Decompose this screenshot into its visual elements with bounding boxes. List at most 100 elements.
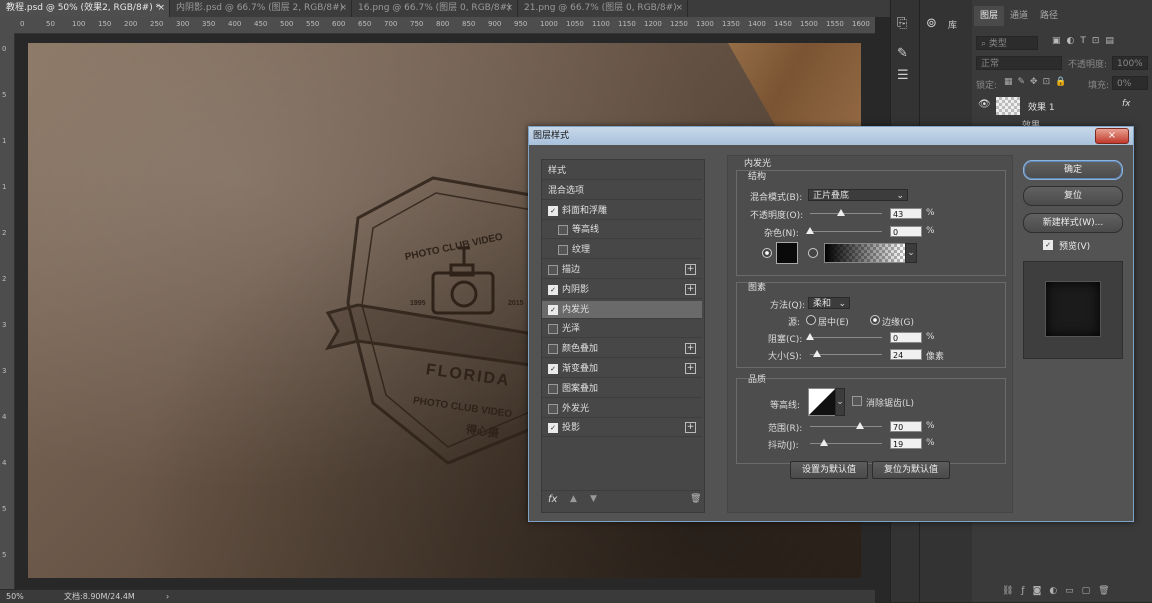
noise-input[interactable]: 0	[890, 226, 922, 237]
style-checkbox[interactable]: ✓	[548, 284, 558, 295]
method-dropdown[interactable]: 柔和 ⌄	[808, 297, 850, 309]
style-item[interactable]: ✓ 内发光	[542, 300, 702, 319]
layer-fx-badge[interactable]: fx	[1122, 99, 1131, 109]
filter-icons[interactable]: ▣◐T⊡▤	[1052, 36, 1120, 46]
status-expand-icon[interactable]: ›	[166, 590, 169, 603]
tab-document-4[interactable]: 21.png @ 66.7% (图层 0, RGB/8#) ×	[518, 0, 688, 17]
contour-dropdown-icon[interactable]: ⌄	[835, 388, 845, 416]
tab-close-icon[interactable]: ×	[505, 0, 513, 17]
contour-picker[interactable]	[808, 388, 836, 416]
range-input[interactable]: 70	[890, 421, 922, 432]
slider-knob[interactable]	[819, 439, 828, 446]
edge-radio[interactable]	[870, 315, 880, 325]
slider-knob[interactable]	[806, 227, 814, 234]
slider-knob[interactable]	[836, 209, 845, 216]
library-label[interactable]: 库	[948, 18, 957, 31]
noise-slider[interactable]	[806, 227, 882, 234]
choke-input[interactable]: 0	[890, 332, 922, 343]
tab-paths[interactable]: 路径	[1034, 6, 1064, 26]
tab-document-3[interactable]: 16.png @ 66.7% (图层 0, RGB/8#) ×	[352, 0, 518, 17]
style-item[interactable]: ✓ 斜面和浮雕	[542, 202, 702, 220]
style-checkbox[interactable]	[548, 324, 558, 335]
style-checkbox[interactable]: ✓	[548, 423, 558, 434]
reset-default-button[interactable]: 复位为默认值	[872, 461, 950, 479]
style-item[interactable]: 颜色叠加 +	[542, 340, 702, 359]
set-default-button[interactable]: 设置为默认值	[790, 461, 868, 479]
tab-close-icon[interactable]: ×	[157, 0, 165, 17]
brush-preset-icon[interactable]: ✎	[897, 46, 908, 61]
choke-slider[interactable]	[806, 333, 882, 340]
add-effect-icon[interactable]: +	[685, 283, 696, 295]
style-item[interactable]: ✓ 内阴影 +	[542, 281, 702, 299]
new-style-button[interactable]: 新建样式(W)...	[1023, 213, 1123, 233]
move-up-icon[interactable]: ▲	[570, 494, 577, 504]
fill-input[interactable]: 0%	[1112, 76, 1148, 90]
blend-mode-select[interactable]: 正常	[976, 56, 1062, 70]
dialog-title-bar[interactable]: 图层样式 ×	[529, 127, 1133, 145]
tab-channels[interactable]: 通道	[1004, 6, 1034, 26]
slider-knob[interactable]	[813, 350, 822, 357]
gradient-radio[interactable]	[808, 248, 818, 258]
lock-icons[interactable]: ▦✎✥⊡🔒	[1004, 77, 1071, 87]
glow-color-swatch[interactable]	[776, 242, 798, 264]
add-effect-icon[interactable]: +	[685, 264, 696, 275]
add-effect-icon[interactable]: +	[685, 422, 696, 434]
layer-name[interactable]: 效果 1	[1028, 100, 1055, 113]
fx-menu-icon[interactable]: fx	[548, 494, 557, 505]
reset-button[interactable]: 复位	[1023, 186, 1123, 206]
adjustments-icon[interactable]: ☰	[897, 68, 909, 83]
horizontal-ruler[interactable]: 0 50 100 150 200 250 300 350 400 450 500 550 600 650 7…	[0, 17, 875, 34]
slider-knob[interactable]	[856, 422, 865, 429]
move-down-icon[interactable]: ▼	[590, 494, 597, 504]
style-item[interactable]: 外发光	[542, 400, 702, 418]
style-checkbox[interactable]: ✓	[548, 205, 558, 216]
jitter-input[interactable]: 19	[890, 438, 922, 449]
layer-opacity-input[interactable]: 100%	[1112, 56, 1148, 70]
gradient-swatch[interactable]	[824, 243, 906, 263]
visibility-eye-icon[interactable]: 👁	[978, 99, 991, 110]
preview-checkbox[interactable]: ✓	[1043, 240, 1053, 250]
style-checkbox[interactable]	[558, 225, 568, 236]
range-slider[interactable]	[810, 422, 882, 429]
style-checkbox[interactable]	[548, 265, 558, 275]
tab-close-icon[interactable]: ×	[339, 0, 347, 17]
gradient-dropdown-icon[interactable]: ⌄	[905, 243, 917, 263]
layer-row[interactable]: 👁 效果 1 fx	[972, 96, 1152, 116]
tab-close-icon[interactable]: ×	[675, 0, 683, 17]
style-checkbox[interactable]	[558, 245, 568, 256]
slider-knob[interactable]	[806, 333, 814, 340]
size-input[interactable]: 24	[890, 349, 922, 360]
layer-footer-icons[interactable]: ⛓ƒ◙◐▭▢🗑	[1002, 586, 1118, 596]
style-item[interactable]: 混合选项	[542, 182, 702, 200]
ok-button[interactable]: 确定	[1023, 160, 1123, 180]
antialias-checkbox[interactable]	[852, 396, 862, 406]
style-item[interactable]: 光泽	[542, 320, 702, 339]
style-item[interactable]: ✓ 投影 +	[542, 419, 702, 438]
history-icon[interactable]: ⎘	[897, 16, 907, 31]
style-checkbox[interactable]: ✓	[548, 304, 558, 315]
add-effect-icon[interactable]: +	[685, 343, 696, 355]
add-effect-icon[interactable]: +	[685, 363, 696, 374]
style-checkbox[interactable]: ✓	[548, 364, 558, 374]
solid-color-radio[interactable]	[762, 248, 772, 258]
tab-document-2[interactable]: 内阴影.psd @ 66.7% (图层 2, RGB/8#) ×	[170, 0, 352, 17]
style-item[interactable]: 等高线	[542, 221, 702, 240]
size-slider[interactable]	[810, 350, 882, 357]
dialog-close-button[interactable]: ×	[1095, 128, 1129, 144]
style-item[interactable]: ✓ 渐变叠加 +	[542, 360, 702, 378]
layer-filter-select[interactable]: ⌕ 类型	[976, 36, 1038, 50]
style-item[interactable]: 样式	[542, 162, 702, 180]
style-checkbox[interactable]	[548, 403, 558, 414]
style-item[interactable]: 纹理	[542, 241, 702, 260]
center-radio[interactable]	[806, 315, 816, 325]
opacity-input[interactable]: 43	[890, 208, 922, 219]
jitter-slider[interactable]	[810, 439, 882, 446]
opacity-slider[interactable]	[810, 209, 882, 216]
style-checkbox[interactable]	[548, 344, 558, 355]
delete-effect-icon[interactable]: 🗑	[690, 494, 701, 504]
cc-library-icon[interactable]: ⊚	[926, 16, 937, 31]
style-item[interactable]: 描边 +	[542, 261, 702, 279]
tab-layers[interactable]: 图层	[974, 6, 1005, 26]
zoom-level[interactable]: 50%	[6, 590, 24, 603]
style-checkbox[interactable]	[548, 383, 558, 394]
